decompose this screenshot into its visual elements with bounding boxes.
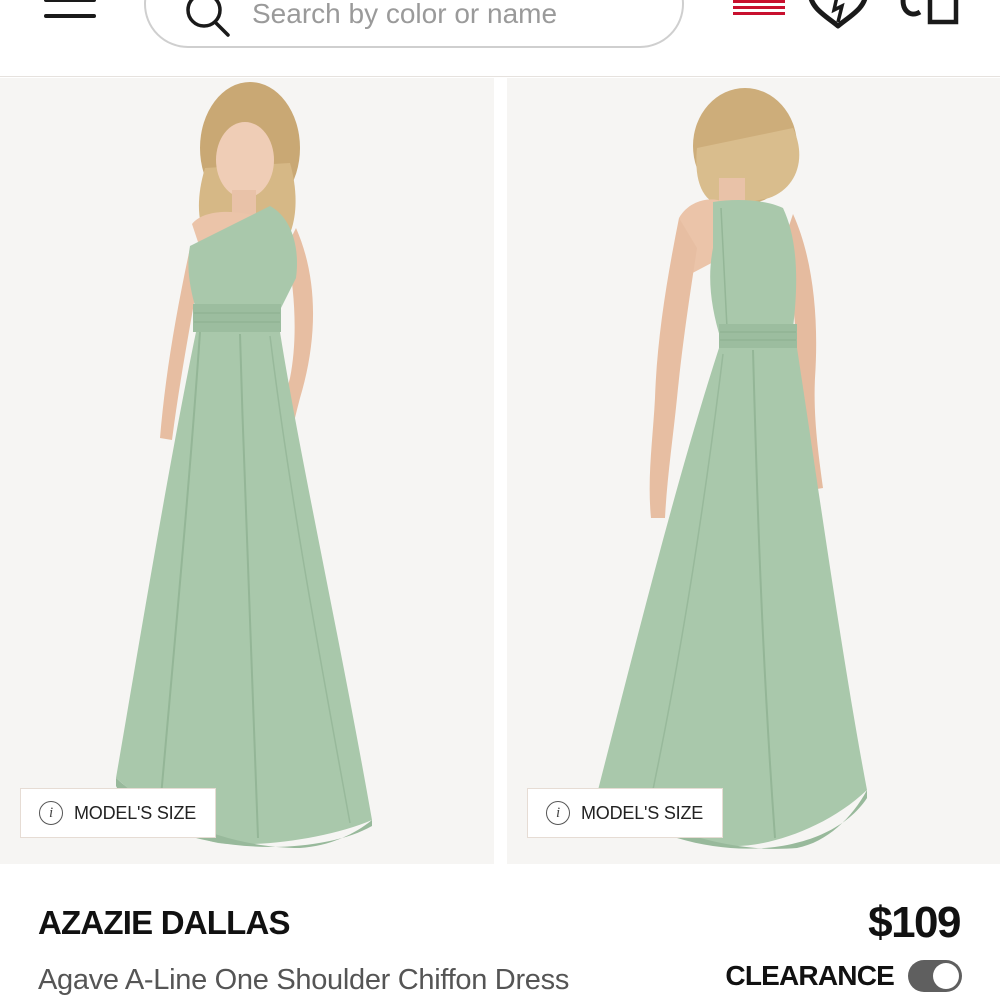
search-input[interactable]	[252, 0, 662, 34]
product-name: Agave A-Line One Shoulder Chiffon Dress	[38, 964, 570, 996]
model-size-label: MODEL'S SIZE	[74, 802, 197, 823]
search-bar[interactable]	[144, 0, 684, 48]
product-image-back[interactable]	[507, 78, 1000, 864]
model-size-label: MODEL'S SIZE	[581, 802, 704, 823]
info-icon: i	[546, 801, 570, 825]
clearance-label: CLEARANCE	[725, 960, 894, 991]
clearance-toggle[interactable]	[908, 960, 962, 992]
top-header	[0, 0, 1000, 77]
heart-icon[interactable]	[806, 0, 870, 30]
us-flag-icon[interactable]	[733, 0, 785, 17]
model-size-button[interactable]: i MODEL'S SIZE	[527, 788, 723, 838]
product-image-front[interactable]	[0, 78, 494, 864]
info-icon: i	[39, 801, 63, 825]
product-price: $109	[868, 898, 961, 947]
toggle-knob	[933, 963, 959, 989]
model-size-button[interactable]: i MODEL'S SIZE	[20, 788, 216, 838]
search-icon[interactable]	[182, 0, 234, 44]
hamburger-menu-icon[interactable]	[44, 0, 96, 22]
clearance-row: CLEARANCE	[725, 960, 962, 992]
product-brand: AZAZIE DALLAS	[38, 904, 291, 941]
shopping-bag-icon[interactable]	[894, 0, 960, 26]
